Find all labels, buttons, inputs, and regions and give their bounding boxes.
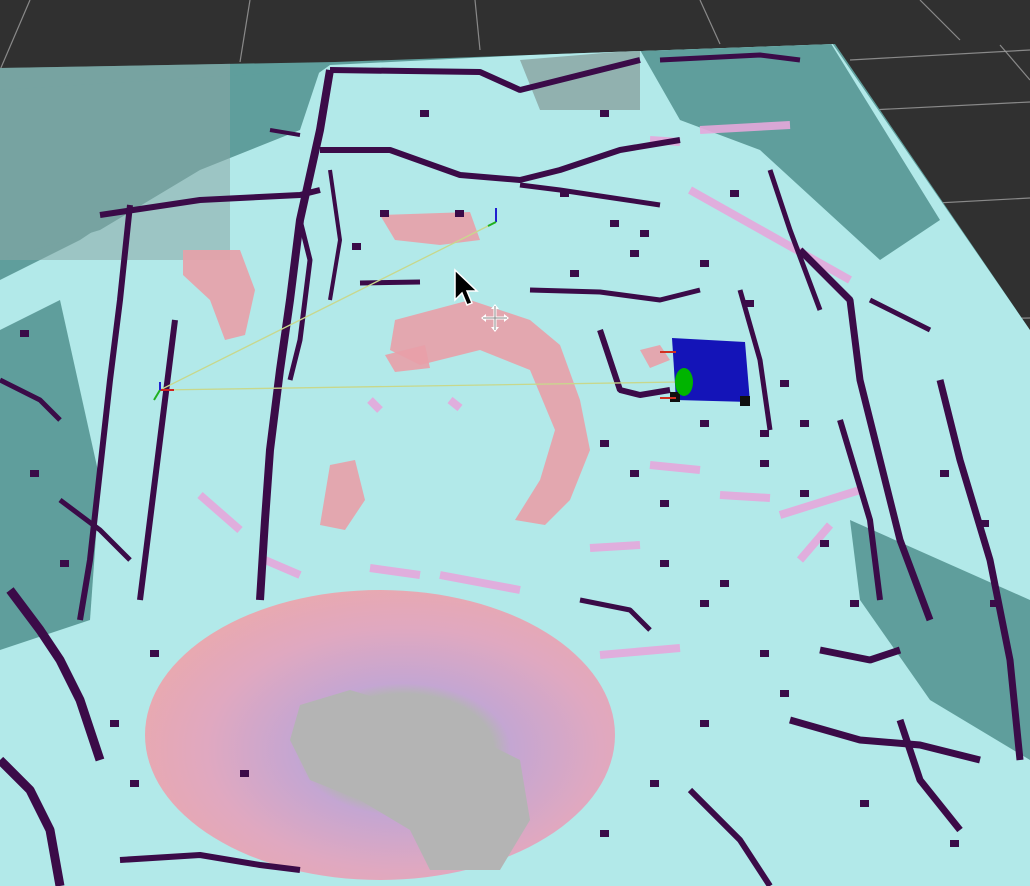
obstacle-cell [800,420,809,427]
grid-line [869,101,1030,111]
obstacle-cell [650,780,659,787]
obstacle-cell [720,580,729,587]
obstacle-cell [850,600,859,607]
obstacle-cell [780,380,789,387]
obstacle-cell [600,440,609,447]
obstacle-cell [600,110,609,117]
obstacle-cell [745,300,754,307]
obstacle-cell [700,420,709,427]
obstacle-wall [359,279,421,286]
obstacle-cell [700,720,709,727]
obstacle-cell [780,690,789,697]
obstacle-cell [630,250,639,257]
obstacle-cell [760,460,769,467]
obstacle-cell [110,720,119,727]
obstacle-cell [240,770,249,777]
obstacle-cell [560,190,569,197]
obstacle-cell [940,470,949,477]
obstacle-cell [950,840,959,847]
obstacle-cell [610,220,619,227]
grid-line [0,0,31,71]
top-left-shade [0,60,230,260]
obstacle-cell [660,560,669,567]
robot-heading-marker [675,368,693,396]
obstacle-cell [380,210,389,217]
obstacle-cell [20,330,29,337]
obstacle-cell [630,470,639,477]
obstacle-cell [570,270,579,277]
obstacle-cell [60,560,69,567]
grid-line [919,0,961,41]
obstacle-cell [600,830,609,837]
scene-3d[interactable] [0,0,1030,886]
obstacle-cell [760,430,769,437]
inflation-stripe [719,491,771,502]
obstacle-cell [820,540,829,547]
obstacle-cell [760,650,769,657]
obstacle-cell [980,520,989,527]
obstacle-cell [700,600,709,607]
obstacle-cell [420,110,429,117]
top-strip-shade [520,50,640,110]
grid-line [239,0,251,63]
obstacle-cell [640,230,649,237]
obstacle-cell [352,243,361,250]
render-viewport[interactable] [0,0,1030,886]
obstacle-wall [239,55,331,63]
costmap [0,44,1030,886]
obstacle-cell [130,780,139,787]
grid-line [849,49,1030,61]
inflation-stripe [649,461,701,474]
obstacle-cell [30,470,39,477]
inflation-stripe [699,121,791,134]
obstacle-cell [730,190,739,197]
inflation-stripe [589,541,641,552]
obstacle-cell [800,490,809,497]
grid-line [474,0,481,51]
obstacle-cell [990,600,999,607]
obstacle-cell [150,650,159,657]
obstacle-cell [455,210,464,217]
obstacle-cell [700,260,709,267]
obstacle-cell [860,800,869,807]
obstacle-cell [660,500,669,507]
robot-wheel [740,396,750,406]
grid-line [699,0,721,45]
